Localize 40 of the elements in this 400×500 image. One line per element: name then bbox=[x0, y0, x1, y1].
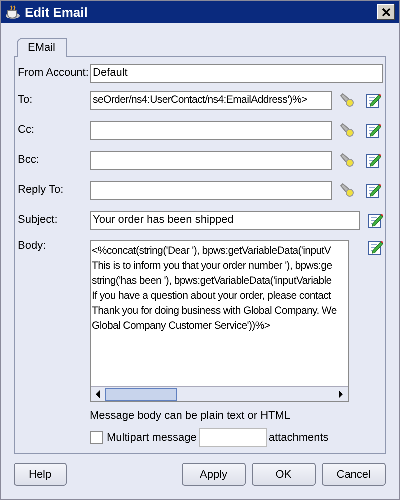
scroll-thumb[interactable] bbox=[105, 388, 177, 400]
field-label: Body: bbox=[18, 240, 48, 252]
edit-icon[interactable] bbox=[368, 212, 383, 228]
flashlight-icon[interactable] bbox=[339, 122, 355, 138]
checkbox-label[interactable]: Multipart message bbox=[107, 432, 197, 444]
edit-icon[interactable] bbox=[366, 152, 381, 168]
flashlight-icon[interactable] bbox=[339, 182, 355, 198]
window-title: Edit Email bbox=[25, 4, 89, 20]
flashlight-icon[interactable] bbox=[339, 92, 355, 108]
text-field[interactable]: Your order has been shipped bbox=[90, 210, 360, 230]
cup-icon bbox=[5, 4, 21, 20]
tab[interactable]: EMail bbox=[17, 38, 67, 57]
field-label: Subject: bbox=[18, 214, 59, 226]
flashlight-icon[interactable] bbox=[339, 152, 355, 168]
hint-text: Message body can be plain text or HTML bbox=[90, 410, 292, 422]
text-field[interactable] bbox=[90, 150, 332, 170]
text-field[interactable] bbox=[90, 180, 332, 200]
dialog-button[interactable]: Cancel bbox=[322, 463, 386, 486]
edit-icon[interactable] bbox=[366, 122, 381, 138]
attachments-label: attachments bbox=[268, 432, 329, 444]
close-button[interactable] bbox=[377, 4, 395, 20]
dialog-button[interactable]: Apply bbox=[182, 463, 246, 486]
dialog-button[interactable]: OK bbox=[252, 463, 316, 486]
body-text-area[interactable]: <%concat(string('Dear '), bpws:getVariableData('inputV This is to inform you that your order number '), bpws:ge string('has been '), bpws:getVariableData('inputVariable If you have a question about your order, please contact Thank you for doing business with Global Company. We Global Company Customer Service'))%> bbox=[90, 240, 349, 402]
help-button[interactable]: Help bbox=[14, 463, 67, 486]
text-field[interactable]: seOrder/ns4:UserContact/ns4:EmailAddress')%> bbox=[90, 90, 332, 110]
horizontal-scrollbar[interactable] bbox=[91, 386, 348, 401]
field-label: Reply To: bbox=[18, 184, 65, 196]
field-label: Bcc: bbox=[18, 154, 40, 166]
field-label: Cc: bbox=[18, 124, 36, 136]
edit-icon[interactable] bbox=[366, 182, 381, 198]
close-icon bbox=[382, 8, 390, 16]
edit-icon[interactable] bbox=[366, 92, 381, 108]
text-field[interactable] bbox=[90, 120, 332, 140]
field-label: From Account: bbox=[18, 67, 90, 79]
attachments-field[interactable] bbox=[198, 428, 267, 447]
text-field[interactable]: Default bbox=[90, 64, 383, 82]
checkbox[interactable] bbox=[90, 431, 103, 444]
field-label: To: bbox=[18, 94, 34, 106]
edit-icon[interactable] bbox=[368, 240, 383, 255]
